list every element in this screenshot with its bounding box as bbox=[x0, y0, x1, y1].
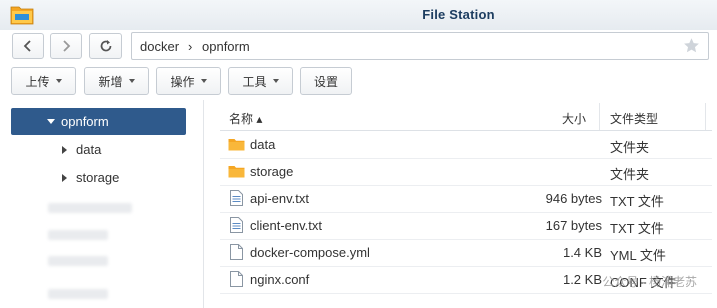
text-file-icon bbox=[230, 190, 243, 206]
caret-down-icon bbox=[200, 79, 207, 83]
file-type: 文件夹 bbox=[610, 140, 650, 155]
caret-right-icon[interactable] bbox=[62, 173, 67, 182]
table-row[interactable]: docker-compose.yml 1.4 KB YML 文件 bbox=[220, 239, 712, 267]
column-divider[interactable] bbox=[705, 103, 706, 130]
back-button[interactable] bbox=[12, 33, 44, 59]
text-file-icon bbox=[230, 217, 243, 233]
tree-item-label: storage bbox=[76, 170, 120, 185]
file-name: nginx.conf bbox=[250, 272, 310, 287]
tree-item-selected[interactable]: opnform bbox=[11, 108, 186, 135]
tree-item[interactable]: data bbox=[62, 142, 101, 157]
file-size: 1.2 KB bbox=[562, 272, 602, 287]
upload-label: 上传 bbox=[25, 74, 50, 89]
refresh-icon bbox=[100, 40, 111, 52]
table-row[interactable]: data 文件夹 bbox=[220, 131, 712, 159]
chevron-right-icon bbox=[63, 40, 71, 52]
new-button[interactable]: 新增 bbox=[84, 67, 149, 95]
file-icon bbox=[230, 244, 243, 260]
table-row[interactable]: api-env.txt 946 bytes TXT 文件 bbox=[220, 185, 712, 213]
refresh-button[interactable] bbox=[89, 33, 122, 59]
settings-label: 设置 bbox=[313, 74, 338, 89]
file-type: 文件夹 bbox=[610, 167, 650, 182]
upload-button[interactable]: 上传 bbox=[11, 67, 76, 95]
blurred-item bbox=[48, 289, 108, 299]
file-size: 167 bytes bbox=[545, 218, 602, 233]
file-size: 1.4 KB bbox=[562, 245, 602, 260]
watermark: 公众号 · 杨浦老苏 bbox=[602, 275, 697, 289]
tools-button[interactable]: 工具 bbox=[228, 67, 293, 95]
file-name: docker-compose.yml bbox=[250, 245, 370, 260]
tree-item-label: data bbox=[76, 142, 102, 157]
path-separator: › bbox=[188, 39, 193, 54]
file-name: client-env.txt bbox=[250, 218, 323, 233]
path-segment[interactable]: docker bbox=[140, 39, 179, 54]
title-bar: File Station bbox=[0, 0, 717, 30]
tools-label: 工具 bbox=[242, 74, 267, 89]
chevron-left-icon bbox=[23, 40, 31, 52]
file-type: YML 文件 bbox=[610, 248, 666, 263]
file-name: api-env.txt bbox=[250, 191, 310, 206]
column-divider[interactable] bbox=[599, 103, 600, 130]
caret-down-icon bbox=[128, 79, 135, 83]
blurred-item bbox=[48, 256, 108, 266]
new-label: 新增 bbox=[98, 74, 123, 89]
file-icon bbox=[230, 271, 243, 287]
caret-down-icon bbox=[272, 79, 279, 83]
caret-right-icon[interactable] bbox=[62, 145, 67, 154]
action-label: 操作 bbox=[170, 74, 195, 89]
caret-down-icon bbox=[55, 79, 62, 83]
table-row[interactable]: storage 文件夹 bbox=[220, 158, 712, 186]
settings-button[interactable]: 设置 bbox=[300, 67, 352, 95]
star-icon[interactable] bbox=[683, 37, 700, 54]
caret-down-icon[interactable] bbox=[47, 119, 55, 124]
pane-divider[interactable] bbox=[203, 100, 204, 308]
forward-button[interactable] bbox=[50, 33, 82, 59]
path-bar[interactable]: docker › opnform bbox=[131, 32, 709, 60]
folder-icon bbox=[228, 166, 245, 178]
action-button[interactable]: 操作 bbox=[156, 67, 221, 95]
path-segment[interactable]: opnform bbox=[202, 39, 250, 54]
file-type: TXT 文件 bbox=[610, 194, 664, 209]
file-size: 946 bytes bbox=[545, 191, 602, 206]
tree-item-label: opnform bbox=[61, 114, 109, 129]
blurred-item bbox=[48, 203, 132, 213]
blurred-item bbox=[48, 230, 108, 240]
table-row[interactable]: client-env.txt 167 bytes TXT 文件 bbox=[220, 212, 712, 240]
folder-tree: opnform data storage bbox=[0, 100, 198, 308]
file-name: data bbox=[250, 137, 276, 152]
column-header-type[interactable]: 文件类型 bbox=[610, 110, 658, 127]
file-type: TXT 文件 bbox=[610, 221, 664, 236]
file-list-header: 名称 ▴ 大小 文件类型 bbox=[220, 103, 712, 131]
file-name: storage bbox=[250, 164, 294, 179]
folder-icon bbox=[228, 139, 245, 151]
window-title: File Station bbox=[422, 7, 495, 22]
column-header-size[interactable]: 大小 bbox=[562, 110, 586, 127]
column-header-name[interactable]: 名称 ▴ bbox=[229, 110, 262, 127]
tree-item[interactable]: storage bbox=[62, 170, 119, 185]
